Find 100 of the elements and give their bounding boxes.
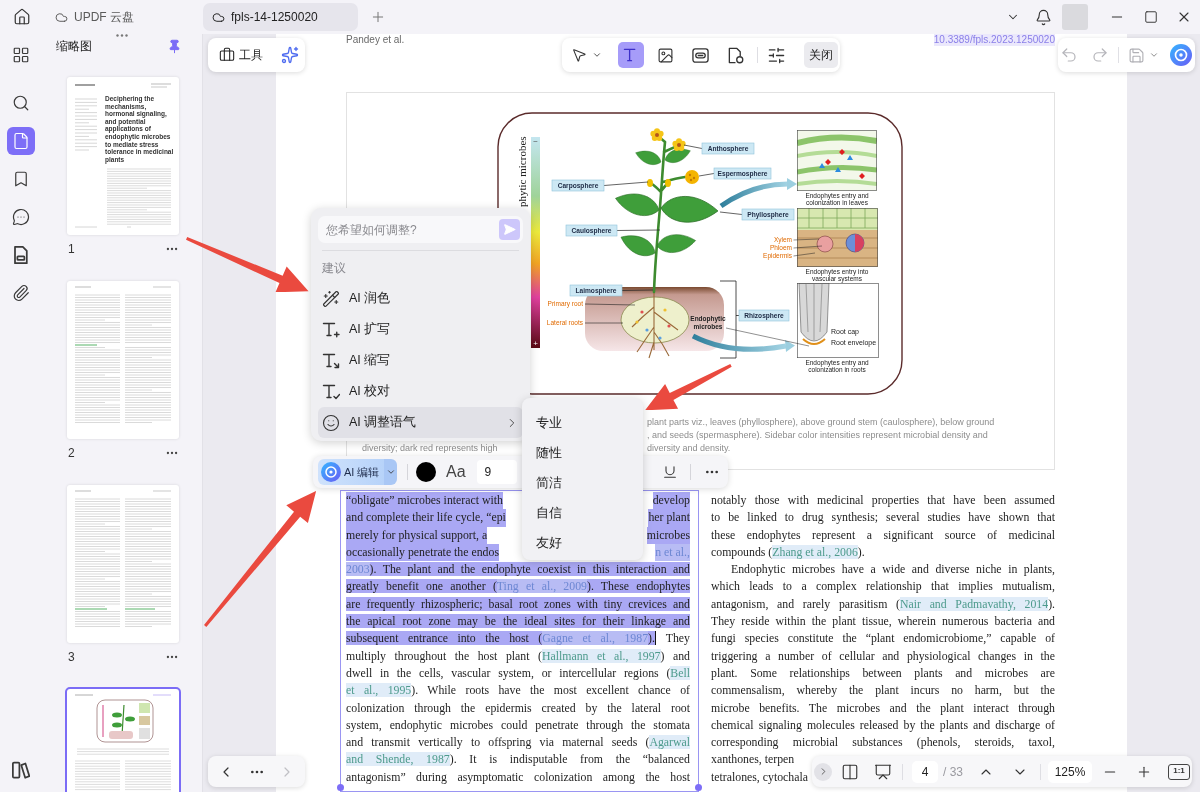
fruit xyxy=(647,179,653,187)
page-count: / 33 xyxy=(943,763,963,781)
document-tab[interactable]: UPDF 云盘 xyxy=(46,3,201,31)
root-system-drawing xyxy=(631,291,679,359)
page-thumbnail[interactable] xyxy=(67,281,179,439)
pin-icon[interactable] xyxy=(167,38,182,54)
leaf xyxy=(660,196,719,223)
leader-line xyxy=(603,181,649,186)
menu-item[interactable]: 自信 xyxy=(526,498,639,528)
fruit xyxy=(665,179,671,187)
text-line: compounds (Zhang et al., 2006). xyxy=(711,543,865,561)
caret-icon xyxy=(385,467,396,477)
flower xyxy=(672,138,686,152)
text-line: to be linked to drug synthesis; several studies have shown that xyxy=(711,509,1055,527)
leader-line xyxy=(584,322,624,324)
text-line: fungi species constitute the “plant endomicrobiome,” capable of xyxy=(711,630,1055,648)
caption-text: diversity and density. xyxy=(647,442,731,455)
close-button[interactable]: 关闭 xyxy=(804,42,838,68)
section-label: 建议 xyxy=(321,261,346,276)
text-fragment: and complete their life cycle, “epi xyxy=(346,509,506,527)
menu-item[interactable]: AI 扩写 xyxy=(318,314,523,345)
text-cursor xyxy=(654,631,657,646)
leaf xyxy=(620,235,656,256)
leader-line xyxy=(793,245,823,249)
menu-item[interactable]: 友好 xyxy=(526,528,639,558)
font-button[interactable]: Aa xyxy=(446,462,466,482)
scale-min-label: − xyxy=(533,137,538,146)
leader-line xyxy=(793,252,816,257)
link-box-icon xyxy=(691,46,709,64)
selection-handle[interactable] xyxy=(695,784,702,791)
caption-text: diversity; dark red represents high xyxy=(362,443,498,453)
text-line: colonization through the epidermis created by the lateral root xyxy=(346,699,690,717)
ai-edit-button[interactable]: AI 编辑 xyxy=(318,459,384,485)
menu-item[interactable]: AI 校对 xyxy=(318,376,523,407)
caption-text: plant parts viz., leaves (phyllosphere), above ground stem (caulosphere), below ground xyxy=(647,416,995,429)
bell-icon[interactable] xyxy=(1035,8,1052,26)
menu-item[interactable]: 专业 xyxy=(526,408,639,438)
text-line: and transmit vertically to offspring via maternal seeds (Agarwal xyxy=(346,734,690,752)
page-number-field[interactable]: 4 xyxy=(912,760,938,783)
home-icon[interactable] xyxy=(13,8,31,26)
text-line: They reside within the plant tissue, wherein numerous bacteria and xyxy=(711,613,1055,631)
zoom-field[interactable]: 125% xyxy=(1048,760,1092,783)
two-page-icon[interactable] xyxy=(841,762,859,781)
menu-item[interactable]: AI 调整语气 xyxy=(318,407,523,438)
page-number: 1 xyxy=(67,241,75,258)
text-fragment: They xyxy=(664,631,690,646)
menu-item[interactable]: AI 缩写 xyxy=(318,345,523,376)
books-icon xyxy=(12,761,30,779)
send-icon xyxy=(503,223,516,236)
text-line: these endophytes represent a significant source of medicinal xyxy=(711,526,1055,544)
magic-wand-icon xyxy=(322,289,340,308)
page-number: 2 xyxy=(67,445,75,462)
menu-item[interactable]: 简洁 xyxy=(526,468,639,498)
running-head: Pandey et al. xyxy=(346,34,405,46)
underline-icon[interactable] xyxy=(662,464,678,480)
leader-line xyxy=(793,238,820,241)
text-line: chemical signaling molecules released by the plants and discharge of xyxy=(711,716,1055,734)
bookmark-icon xyxy=(12,170,30,188)
text-shrink-icon xyxy=(322,351,340,370)
text-expand-icon xyxy=(322,320,340,339)
menu-item[interactable]: AI 润色 xyxy=(318,283,523,314)
leaf xyxy=(635,150,662,165)
leaf xyxy=(664,148,691,163)
scale-title: phytic microbes xyxy=(516,136,528,207)
sliders-icon[interactable] xyxy=(767,45,786,65)
text-line: which leads to a complex relationship that implies mutualism, xyxy=(711,578,1055,596)
leader-line xyxy=(616,229,661,231)
prompt-field[interactable]: 您希望如何调整? xyxy=(318,216,523,243)
menu-item[interactable]: 随性 xyxy=(526,438,639,468)
caption-text: , and seeds (spermasphere). Sidebar color intensities represent microbial density and xyxy=(647,429,988,442)
color-swatch-icon[interactable] xyxy=(416,462,436,482)
root-zone xyxy=(620,296,690,344)
document-tab[interactable]: fpls-14-1250020 xyxy=(203,3,358,31)
text-line: 2003). The plant and the endophyte coexist in this interaction and xyxy=(346,561,690,579)
tool-button[interactable] xyxy=(618,42,644,68)
text-line: notably those with medicinal properties that have been assumed xyxy=(711,492,1055,509)
text-line: tetralones, cytochala xyxy=(711,768,808,786)
actual-size-button[interactable]: 1:1 xyxy=(1168,763,1190,780)
presentation-icon[interactable] xyxy=(874,762,892,781)
text-line: triggering a number of cellular and physiological changes in the xyxy=(711,647,1055,665)
page-number: 3 xyxy=(67,649,75,666)
text-line: multiply throughout the host plant (Hallmann et al., 1997) and xyxy=(346,647,690,665)
selection-handle[interactable] xyxy=(337,784,344,791)
ai-logo-icon xyxy=(321,462,341,482)
ai-assistant-icon[interactable] xyxy=(1170,44,1192,66)
tools-button[interactable]: 工具 xyxy=(214,42,270,68)
page-thumbnail[interactable] xyxy=(67,485,179,643)
seed-pod xyxy=(685,170,699,184)
caret-icon xyxy=(591,50,602,60)
drag-handle-icon[interactable] xyxy=(116,34,128,37)
font-size-field[interactable]: 9 xyxy=(476,460,517,484)
text-fragment: subsequent entrance into the host ( xyxy=(346,631,543,646)
leader-line xyxy=(683,144,703,149)
text-line: commensalism, whereby the plant incurs no harm, but the xyxy=(711,682,1055,700)
grid-icon xyxy=(12,46,30,64)
page-icon xyxy=(12,132,30,150)
sparkle-icon[interactable] xyxy=(281,46,299,64)
leader-line xyxy=(719,211,743,215)
maximize-icon[interactable] xyxy=(1144,10,1158,24)
scale-max-label: + xyxy=(533,339,538,348)
